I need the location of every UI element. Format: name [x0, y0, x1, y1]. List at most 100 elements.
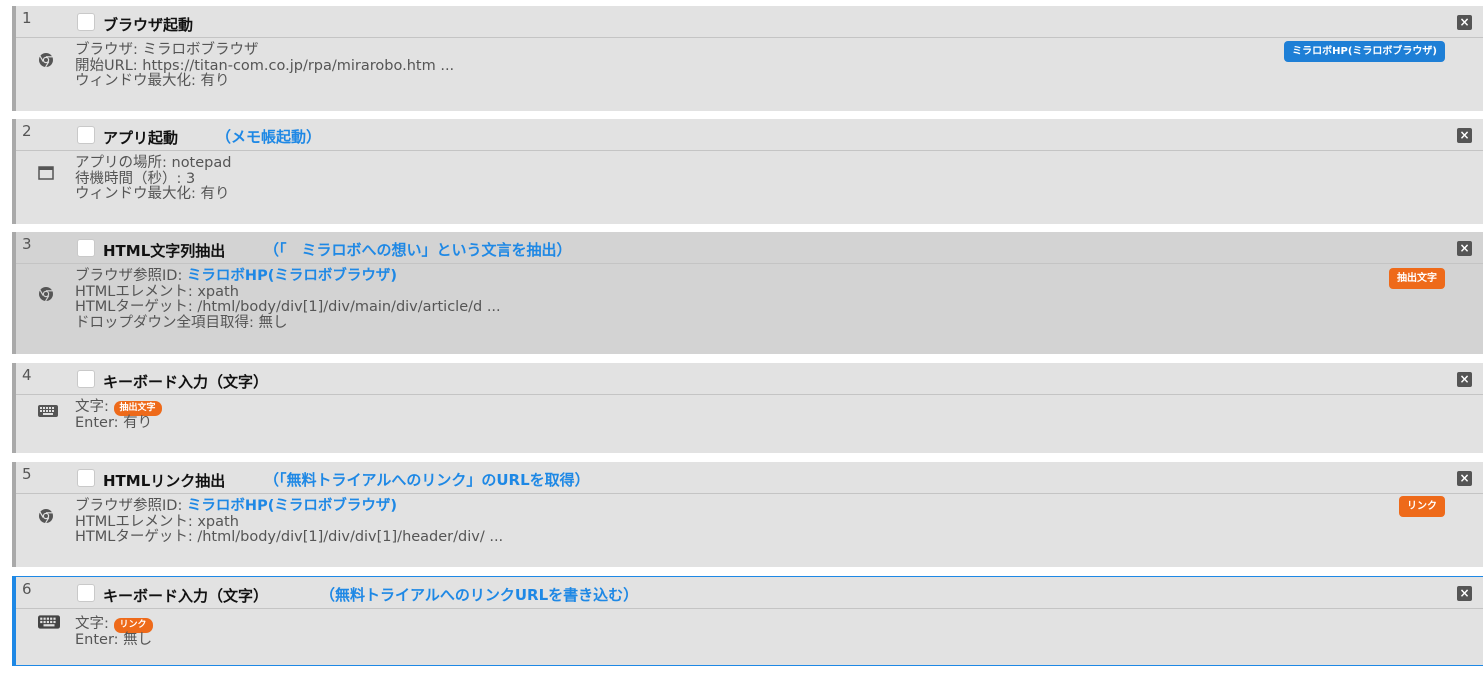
detail-value: xpath [197, 283, 239, 300]
delete-step-button[interactable]: × [1457, 15, 1472, 30]
detail-label: Enter: [75, 414, 124, 431]
step-title: アプリ起動 [103, 129, 179, 147]
step-comment: （メモ帳起動） [216, 128, 322, 146]
step-title: HTML文字列抽出 [103, 242, 226, 260]
detail-row: HTMLターゲット: /html/body/div[1]/div/main/di… [75, 300, 501, 316]
detail-value: 有り [123, 414, 153, 431]
step-checkbox[interactable] [77, 370, 95, 388]
detail-value: /html/body/div[1]/div/main/div/article/d… [197, 299, 501, 315]
step-details: 文字: 抽出文字 Enter: 有り [75, 400, 162, 431]
detail-row: Enter: 有り [75, 414, 162, 432]
chrome-icon [38, 286, 54, 306]
delete-step-button[interactable]: × [1457, 128, 1472, 143]
detail-value: /html/body/div[1]/div/div[1]/header/div/… [197, 529, 504, 545]
step-header: 5 HTMLリンク抽出 （「無料トライアルへのリンク」のURLを取得） × [16, 462, 1483, 494]
detail-value: xpath [197, 513, 239, 530]
detail-label: アプリの場所: [75, 155, 172, 171]
detail-label: 文字: [75, 616, 114, 632]
keyboard-icon [38, 402, 58, 421]
workflow-step-list: 1 ブラウザ起動 × ブラウザ: ミラロボブラウザ 開始URL: https:/… [0, 0, 1483, 676]
step-comment: （「 ミラロボへの想い」という文言を抽出） [264, 241, 572, 259]
step-details: ブラウザ参照ID: ミラロボHP(ミラロボブラウザ) HTMLエレメント: xp… [75, 499, 503, 546]
step-number: 6 [22, 580, 32, 598]
step-number: 1 [22, 9, 32, 27]
detail-label: HTMLターゲット: [75, 299, 198, 315]
detail-row: 待機時間（秒）: 3 [75, 170, 231, 188]
detail-label: ブラウザ参照ID: [75, 498, 187, 514]
detail-row: 文字: 抽出文字 [75, 400, 162, 416]
detail-label: HTMLエレメント: [75, 283, 198, 300]
detail-row: ドロップダウン全項目取得: 無し [75, 314, 501, 332]
detail-label: ブラウザ参照ID: [75, 268, 187, 284]
window-icon [38, 165, 54, 185]
step-title: HTMLリンク抽出 [103, 472, 226, 490]
detail-row: HTMLエレメント: xpath [75, 283, 501, 301]
step-checkbox[interactable] [77, 126, 95, 144]
detail-label: ウィンドウ最大化: [75, 186, 201, 202]
step-number: 3 [22, 235, 32, 253]
detail-row: 文字: リンク [75, 617, 153, 633]
step-checkbox[interactable] [77, 469, 95, 487]
step-card[interactable]: 4 キーボード入力（文字） × 文字: 抽出文字 Enter: 有り [12, 363, 1483, 453]
detail-value: https://titan-com.co.jp/rpa/mirarobo.htm… [142, 57, 455, 74]
detail-label: HTMLエレメント: [75, 513, 198, 530]
step-card[interactable]: 1 ブラウザ起動 × ブラウザ: ミラロボブラウザ 開始URL: https:/… [12, 6, 1483, 111]
step-checkbox[interactable] [77, 239, 95, 257]
detail-label: ドロップダウン全項目取得: [75, 314, 259, 331]
detail-value: ミラロボブラウザ [142, 42, 259, 58]
detail-row: 開始URL: https://titan-com.co.jp/rpa/mirar… [75, 57, 455, 75]
detail-row: ウィンドウ最大化: 有り [75, 187, 231, 203]
step-checkbox[interactable] [77, 584, 95, 602]
browser-reference-link[interactable]: ミラロボHP(ミラロボブラウザ) [187, 498, 397, 514]
detail-row: HTMLエレメント: xpath [75, 513, 503, 531]
step-comment: （無料トライアルへのリンクURLを書き込む） [320, 586, 639, 604]
step-header: 2 アプリ起動 （メモ帳起動） × [16, 119, 1483, 151]
detail-row: ブラウザ: ミラロボブラウザ [75, 43, 454, 59]
detail-label: 文字: [75, 399, 114, 415]
step-card[interactable]: 2 アプリ起動 （メモ帳起動） × アプリの場所: notepad 待機時間（秒… [12, 119, 1483, 224]
detail-row: アプリの場所: notepad [75, 156, 231, 172]
detail-label: HTMLターゲット: [75, 529, 198, 545]
detail-label: Enter: [75, 631, 124, 648]
detail-row: ウィンドウ最大化: 有り [75, 74, 454, 90]
step-number: 4 [22, 366, 32, 384]
step-details: ブラウザ: ミラロボブラウザ 開始URL: https://titan-com.… [75, 43, 454, 90]
detail-row: ブラウザ参照ID: ミラロボHP(ミラロボブラウザ) [75, 499, 503, 515]
step-details: ブラウザ参照ID: ミラロボHP(ミラロボブラウザ) HTMLエレメント: xp… [75, 269, 501, 331]
variable-badge[interactable]: リンク [1399, 496, 1445, 517]
chrome-icon [38, 52, 54, 72]
detail-label: 開始URL: [75, 57, 143, 74]
step-header: 1 ブラウザ起動 × [16, 6, 1483, 38]
detail-value: 無し [258, 314, 288, 331]
detail-label: ウィンドウ最大化: [75, 73, 201, 89]
step-card[interactable]: 3 HTML文字列抽出 （「 ミラロボへの想い」という文言を抽出） × ブラウザ… [12, 232, 1483, 354]
detail-label: 待機時間（秒）: [75, 170, 186, 187]
detail-value: notepad [171, 155, 232, 171]
step-card[interactable]: 5 HTMLリンク抽出 （「無料トライアルへのリンク」のURLを取得） × ブラ… [12, 462, 1483, 567]
variable-badge[interactable]: ミラロボHP(ミラロボブラウザ) [1284, 41, 1445, 62]
step-header: 4 キーボード入力（文字） × [16, 363, 1483, 395]
detail-row: Enter: 無し [75, 631, 153, 649]
browser-reference-link[interactable]: ミラロボHP(ミラロボブラウザ) [187, 268, 397, 284]
step-checkbox[interactable] [77, 13, 95, 31]
delete-step-button[interactable]: × [1457, 586, 1472, 601]
step-title: キーボード入力（文字） [103, 373, 269, 391]
detail-row: ブラウザ参照ID: ミラロボHP(ミラロボブラウザ) [75, 269, 501, 285]
keyboard-icon [38, 614, 60, 633]
delete-step-button[interactable]: × [1457, 241, 1472, 256]
delete-step-button[interactable]: × [1457, 372, 1472, 387]
step-details: アプリの場所: notepad 待機時間（秒）: 3 ウィンドウ最大化: 有り [75, 156, 231, 203]
detail-value: 3 [186, 170, 196, 187]
chrome-icon [38, 508, 54, 528]
step-comment: （「無料トライアルへのリンク」のURLを取得） [264, 471, 590, 489]
step-card-selected[interactable]: 6 キーボード入力（文字） （無料トライアルへのリンクURLを書き込む） × 文… [12, 576, 1483, 666]
step-header: 6 キーボード入力（文字） （無料トライアルへのリンクURLを書き込む） × [16, 577, 1483, 609]
step-title: ブラウザ起動 [103, 16, 194, 34]
step-number: 2 [22, 122, 32, 140]
variable-badge[interactable]: 抽出文字 [1389, 268, 1445, 289]
detail-row: HTMLターゲット: /html/body/div[1]/div/div[1]/… [75, 530, 503, 546]
detail-value: 有り [200, 186, 230, 202]
step-title: キーボード入力（文字） [103, 587, 269, 605]
detail-value: 無し [123, 631, 153, 648]
delete-step-button[interactable]: × [1457, 471, 1472, 486]
